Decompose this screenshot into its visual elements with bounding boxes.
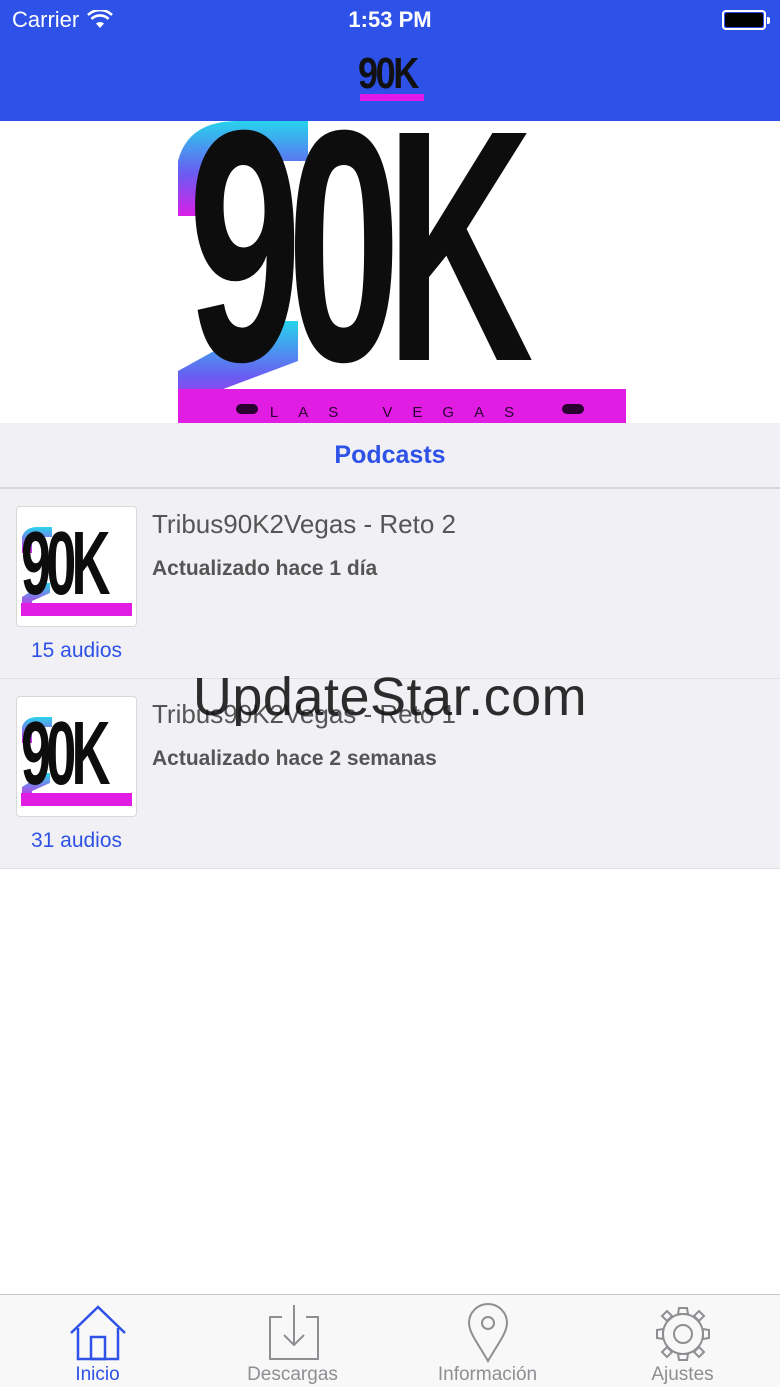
- battery-icon: [722, 10, 770, 30]
- tab-label: Ajustes: [651, 1364, 714, 1385]
- podcast-list: 90K 15 audios Tribus90K2Vegas - Reto 2 A…: [0, 489, 780, 869]
- podcast-title: Tribus90K2Vegas - Reto 2: [152, 509, 456, 539]
- podcast-row[interactable]: 90K 31 audios Tribus90K2Vegas - Reto 1 A…: [0, 679, 780, 869]
- section-title: Podcasts: [334, 440, 446, 469]
- navigation-bar: Carrier 1:53 PM 90K: [0, 0, 780, 121]
- tab-bar: Inicio Descargas Información Ajustes: [0, 1294, 780, 1387]
- tab-ajustes[interactable]: Ajustes: [585, 1295, 780, 1387]
- tab-descargas[interactable]: Descargas: [195, 1295, 390, 1387]
- podcast-row[interactable]: 90K 15 audios Tribus90K2Vegas - Reto 2 A…: [0, 489, 780, 679]
- podcast-thumbnail: 90K: [16, 696, 137, 817]
- podcast-thumbnail: 90K: [16, 506, 137, 627]
- podcast-thumbnail-text: 90K: [21, 704, 110, 804]
- download-icon: [268, 1305, 319, 1360]
- gear-icon: [655, 1307, 710, 1361]
- tab-informacion[interactable]: Información: [390, 1295, 585, 1387]
- podcast-audio-count: 15 audios: [30, 639, 123, 662]
- hero-logo: 90K LAS VEGAS: [178, 121, 626, 423]
- tab-label: Inicio: [75, 1364, 120, 1385]
- section-header: Podcasts: [0, 423, 780, 489]
- location-pin-icon: [467, 1303, 508, 1363]
- nav-logo-text: 90K: [358, 49, 419, 98]
- home-icon: [69, 1305, 126, 1361]
- hero-banner: 90K LAS VEGAS: [0, 121, 780, 423]
- tab-label: Información: [437, 1364, 538, 1385]
- podcast-thumbnail-text: 90K: [21, 514, 110, 614]
- podcast-updated: Actualizado hace 2 semanas: [152, 747, 437, 770]
- nav-logo: 90K: [358, 49, 424, 103]
- podcast-title: Tribus90K2Vegas - Reto 1: [152, 699, 456, 729]
- podcast-audio-count: 31 audios: [30, 829, 123, 852]
- hero-logo-text: 90K: [188, 121, 534, 423]
- tab-inicio[interactable]: Inicio: [0, 1295, 195, 1387]
- podcast-updated: Actualizado hace 1 día: [152, 557, 378, 580]
- status-bar: Carrier 1:53 PM: [0, 0, 780, 40]
- status-time: 1:53 PM: [348, 7, 432, 32]
- hero-logo-subtitle: LAS VEGAS: [269, 404, 535, 421]
- tab-label: Descargas: [247, 1364, 338, 1385]
